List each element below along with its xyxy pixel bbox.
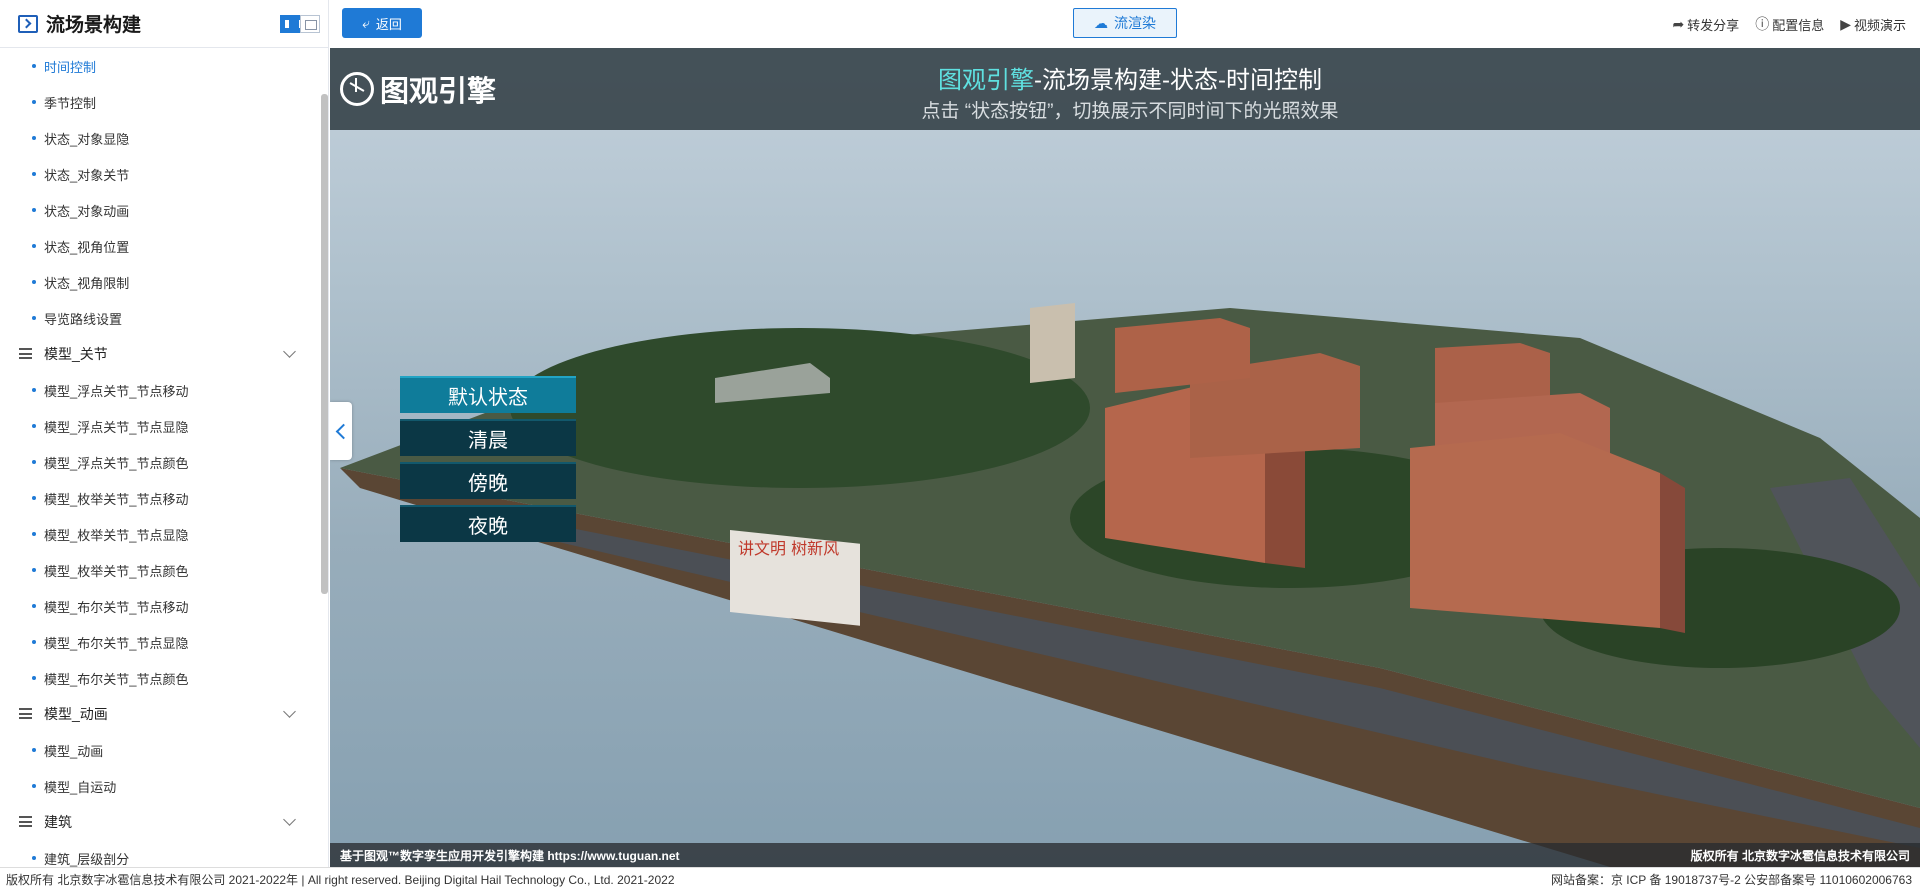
sidebar-group-label: 建筑 [44,814,72,830]
stream-render-button[interactable]: ☁ 流渲染 [1073,8,1177,38]
sidebar-list: 时间控制 季节控制 状态_对象显隐 状态_对象关节 状态_对象动画 状态_视角位置 状态_视… [0,48,320,867]
sidebar-header: 流场景构建 [0,0,328,48]
info-icon: ⓘ [1755,16,1770,32]
sidebar-item[interactable]: 模型_动画 [0,732,320,768]
sidebar-item[interactable]: 模型_布尔关节_节点显隐 [0,624,320,660]
terminal-icon [18,14,38,33]
list-icon [19,708,32,719]
stream-render-label: 流渲染 [1114,15,1156,31]
sidebar-item[interactable]: 状态_对象显隐 [0,120,320,156]
trees-cluster-left [510,328,1090,488]
sidebar-group-label: 模型_关节 [44,346,108,362]
video-link[interactable]: ▶ 视频演示 [1840,14,1906,34]
sidebar-group[interactable]: 模型_关节 [0,336,320,372]
viewport-footer-left: 基于图观™数字孪生应用开发引擎构建 https://www.tuguan.net [340,848,680,863]
state-button-night[interactable]: 夜晚 [400,505,576,542]
sidebar-item[interactable]: 季节控制 [0,84,320,120]
sidebar-scrollbar[interactable] [321,94,328,594]
sidebar-item[interactable]: 模型_枚举关节_节点显隐 [0,516,320,552]
sidebar-group[interactable]: 建筑 [0,804,320,840]
state-button-dusk[interactable]: 傍晚 [400,462,576,499]
scene-title: 图观引擎-流场景构建-状态-时间控制 [330,60,1920,95]
sidebar-group-label: 模型_动画 [44,706,108,722]
sidebar-item[interactable]: 模型_自运动 [0,768,320,804]
chevron-down-icon [283,813,296,826]
viewport-footer: 基于图观™数字孪生应用开发引擎构建 https://www.tuguan.net… [330,843,1920,867]
sidebar-item[interactable]: 模型_浮点关节_节点移动 [0,372,320,408]
toolbar-links: ➦ 转发分享 ⓘ 配置信息 ▶ 视频演示 [1672,14,1906,34]
chevron-down-icon [283,705,296,718]
video-label: 视频演示 [1853,17,1906,33]
share-label: 转发分享 [1687,17,1740,33]
billboard: 讲文明 树新风 [730,530,860,626]
sidebar-item[interactable]: 状态_对象关节 [0,156,320,192]
back-button[interactable]: ⤶ 返回 [342,8,422,38]
sidebar-item[interactable]: 时间控制 [0,48,320,84]
viewport-footer-right: 版权所有 北京数字冰雹信息技术有限公司 [1690,848,1910,863]
3d-viewport[interactable]: 讲文明 树新风 图观引擎 图观引擎-流场景构建-状态-时间控制 点击 “状态按钮… [330,48,1920,867]
footer-icp: 网站备案：京 ICP 备 19018737号-2 公安部备案号 11010602… [1550,872,1912,887]
sidebar-title: 流场景构建 [46,15,142,36]
sidebar-item[interactable]: 模型_布尔关节_节点移动 [0,588,320,624]
cloud-download-icon: ☁ [1094,14,1108,31]
top-toolbar: ⤶ 返回 ☁ 流渲染 ➦ 转发分享 ⓘ 配置信息 ▶ 视频演示 [330,0,1920,48]
sidebar: 流场景构建 时间控制 季节控制 状态_对象显隐 状态_对象关节 状态_对象动画 状态_视角… [0,0,329,867]
share-link[interactable]: ➦ 转发分享 [1672,14,1739,34]
image-view-icon[interactable] [300,15,320,33]
list-icon [19,816,32,827]
play-icon: ▶ [1840,15,1851,32]
scene-title-accent: 图观引擎 [938,67,1034,94]
viewport-banner: 图观引擎 图观引擎-流场景构建-状态-时间控制 点击 “状态按钮”，切换展示不同… [330,48,1920,130]
share-icon: ➦ [1672,15,1685,32]
sidebar-collapse-toggle[interactable] [330,402,352,460]
sidebar-item[interactable]: 模型_浮点关节_节点颜色 [0,444,320,480]
scene-title-rest: -流场景构建-状态-时间控制 [1034,67,1322,94]
footer-copyright: 版权所有 北京数字冰雹信息技术有限公司 2021-2022年 | All rig… [6,872,675,887]
config-label: 配置信息 [1772,17,1825,33]
sidebar-item[interactable]: 建筑_层级剖分 [0,840,320,867]
scene-subtitle: 点击 “状态按钮”，切换展示不同时间下的光照效果 [921,101,1339,122]
chevron-left-icon [335,423,352,439]
sidebar-item[interactable]: 导览路线设置 [0,300,320,336]
chevron-down-icon [283,345,296,358]
sidebar-item[interactable]: 状态_对象动画 [0,192,320,228]
list-icon [19,348,32,359]
back-button-label: 返回 [375,16,402,32]
state-button-panel: 默认状态 清晨 傍晚 夜晚 [400,376,576,548]
sidebar-item[interactable]: 模型_枚举关节_节点移动 [0,480,320,516]
sidebar-item[interactable]: 模型_枚举关节_节点颜色 [0,552,320,588]
sidebar-item[interactable]: 状态_视角位置 [0,228,320,264]
state-button-morning[interactable]: 清晨 [400,419,576,456]
grid-view-icon[interactable] [280,15,303,33]
billboard-text: 讲文明 树新风 [738,539,839,558]
page-footer: 版权所有 北京数字冰雹信息技术有限公司 2021-2022年 | All rig… [0,867,1920,890]
sidebar-item[interactable]: 模型_浮点关节_节点显隐 [0,408,320,444]
view-toggle [280,15,320,33]
config-link[interactable]: ⓘ 配置信息 [1755,14,1824,34]
state-button-default[interactable]: 默认状态 [400,376,576,413]
sidebar-item[interactable]: 模型_布尔关节_节点颜色 [0,660,320,696]
sidebar-group[interactable]: 模型_动画 [0,696,320,732]
back-arrow-icon: ⤶ [362,14,370,31]
sidebar-item[interactable]: 状态_视角限制 [0,264,320,300]
